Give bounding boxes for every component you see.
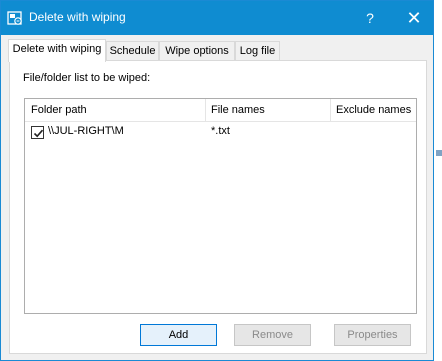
app-icon (7, 10, 23, 26)
background-mark (436, 150, 442, 156)
row-checkbox[interactable] (31, 126, 44, 139)
checkmark-icon (33, 129, 44, 138)
list-item[interactable]: \\JUL-RIGHT\M *.txt (25, 123, 416, 141)
list-label: File/folder list to be wiped: (23, 72, 151, 84)
help-button[interactable]: ? (359, 7, 381, 29)
close-button[interactable]: ✕ (403, 7, 425, 29)
tab-log-file[interactable]: Log file (235, 41, 280, 61)
tab-wipe-options[interactable]: Wipe options (159, 41, 235, 61)
wipe-list[interactable]: Folder path File names Exclude names \\J… (24, 98, 417, 314)
dialog-window: Delete with wiping ? ✕ Delete with wipin… (0, 0, 434, 361)
title-bar[interactable]: Delete with wiping ? ✕ (1, 1, 433, 35)
list-header: Folder path File names Exclude names (25, 99, 416, 122)
column-header-folder-path[interactable]: Folder path (25, 99, 205, 122)
add-button[interactable]: Add (140, 324, 217, 346)
background-strip (434, 0, 442, 361)
window-title: Delete with wiping (29, 10, 126, 24)
cell-file-names: *.txt (211, 125, 230, 137)
tab-delete-with-wiping[interactable]: Delete with wiping (8, 39, 106, 62)
properties-button[interactable]: Properties (334, 324, 411, 346)
remove-button[interactable]: Remove (234, 324, 311, 346)
column-header-exclude-names[interactable]: Exclude names (330, 99, 416, 122)
cell-folder-path: \\JUL-RIGHT\M (48, 125, 124, 137)
tab-schedule[interactable]: Schedule (106, 41, 159, 61)
tab-panel: File/folder list to be wiped: Folder pat… (9, 60, 427, 354)
column-header-file-names[interactable]: File names (205, 99, 330, 122)
